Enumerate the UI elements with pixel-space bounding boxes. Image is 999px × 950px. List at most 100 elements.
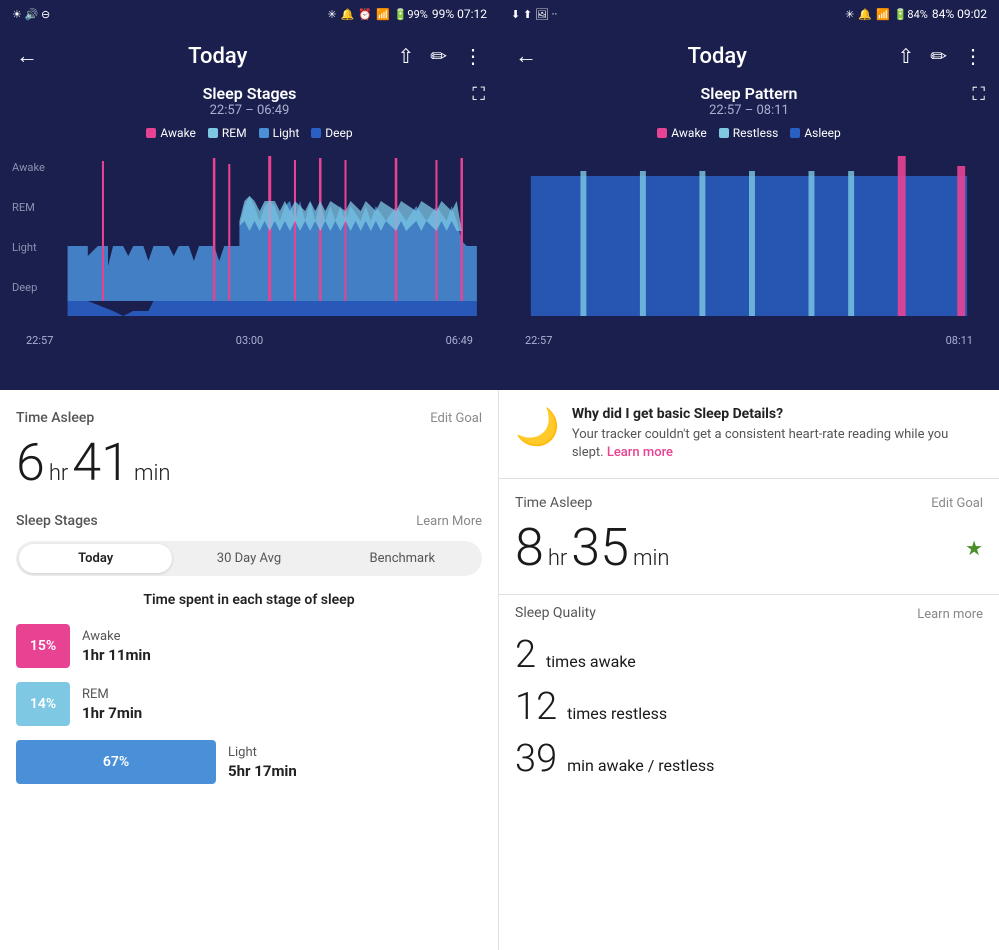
left-back-button[interactable]: ← xyxy=(16,43,38,69)
goal-achieved-star: ★ xyxy=(965,536,983,560)
times-awake-item: 2 times awake xyxy=(515,633,983,677)
right-hours-value: 8 xyxy=(515,517,544,578)
legend-right-asleep: Asleep xyxy=(790,126,840,140)
left-status-bar: ☀ 🔊 ⊖ ✳🔔⏰📶🔋99% 99% 07:12 xyxy=(0,0,499,28)
edit-goal-button[interactable]: Edit Goal xyxy=(430,411,482,426)
light-bar-container: Light 5hr 17min xyxy=(228,745,482,780)
right-more-icon[interactable]: ⋮ xyxy=(963,44,983,68)
time-asleep-header: Time Asleep Edit Goal xyxy=(16,410,482,426)
svg-text:Awake: Awake xyxy=(12,161,45,174)
sleep-tab-group: Today 30 Day Avg Benchmark xyxy=(16,541,482,576)
time-asleep-label: Time Asleep xyxy=(16,410,94,426)
right-chart-time-range: 22:57 – 08:11 xyxy=(511,103,987,118)
left-status-icons: ☀ 🔊 ⊖ xyxy=(12,8,50,21)
right-status-right: ✳🔔📶🔋84% 84% 09:02 xyxy=(845,7,987,21)
right-edit-icon[interactable]: ✏ xyxy=(930,44,947,68)
left-expand-icon[interactable]: ⛶ xyxy=(472,84,485,105)
hours-value: 6 xyxy=(16,432,45,493)
light-stage-row: 67% Light 5hr 17min xyxy=(16,740,482,784)
info-banner: 🌙 Why did I get basic Sleep Details? You… xyxy=(499,390,999,479)
min-awake-count: 39 xyxy=(515,737,557,781)
left-more-icon[interactable]: ⋮ xyxy=(463,44,483,68)
right-status-bar: ⬇ ⬆ 🖼 ·· ✳🔔📶🔋84% 84% 09:02 xyxy=(499,0,999,28)
right-share-icon[interactable]: ⇧ xyxy=(897,44,914,68)
right-time-asleep-label: Time Asleep xyxy=(515,495,592,511)
right-hr-unit: hr xyxy=(548,546,568,571)
awake-stage-row: 15% Awake 1hr 11min xyxy=(16,624,482,668)
sleep-quality-label: Sleep Quality xyxy=(515,605,596,621)
rem-badge: 14% xyxy=(16,682,70,726)
right-chart-container: Sleep Pattern 22:57 – 08:11 Awake Restle… xyxy=(499,84,999,351)
left-status-right: ✳🔔⏰📶🔋99% 99% 07:12 xyxy=(327,7,487,21)
tab-today[interactable]: Today xyxy=(19,544,172,573)
left-chart-container: Sleep Stages 22:57 – 06:49 Awake REM Lig… xyxy=(0,84,499,351)
right-chart-title: Sleep Pattern xyxy=(511,84,987,103)
right-sleep-pattern-panel: ⬇ ⬆ 🖼 ·· ✳🔔📶🔋84% 84% 09:02 ← Today ⇧ ✏ ⋮… xyxy=(499,0,999,390)
legend-light: Light xyxy=(259,126,300,140)
times-restless-item: 12 times restless xyxy=(515,685,983,729)
rem-stage-row: 14% REM 1hr 7min xyxy=(16,682,482,726)
left-chart-x-axis: 22:57 03:00 06:49 xyxy=(12,330,487,351)
right-status-icons: ⬇ ⬆ 🖼 ·· xyxy=(511,8,557,21)
awake-bar-container: Awake 1hr 11min xyxy=(82,629,482,664)
stage-subtitle: Time spent in each stage of sleep xyxy=(16,592,482,608)
info-learn-more-link[interactable]: Learn more xyxy=(607,445,673,460)
right-minutes-value: 35 xyxy=(571,517,629,578)
left-chart-time-range: 22:57 – 06:49 xyxy=(12,103,487,118)
tab-30day-avg[interactable]: 30 Day Avg xyxy=(172,544,325,573)
sleep-quality-section: Sleep Quality Learn more 2 times awake 1… xyxy=(499,595,999,791)
sleep-quality-header: Sleep Quality Learn more xyxy=(515,605,983,623)
right-time-display: 8 hr 35 min xyxy=(515,517,669,578)
rem-label: REM xyxy=(82,687,482,702)
right-min-unit: min xyxy=(633,546,670,571)
sleep-quality-learn-more[interactable]: Learn more xyxy=(917,607,983,622)
right-time-asleep-section: Time Asleep Edit Goal 8 hr 35 min ★ xyxy=(499,479,999,595)
legend-awake: Awake xyxy=(146,126,196,140)
right-chart-legend: Awake Restless Asleep xyxy=(511,126,987,140)
times-restless-count: 12 xyxy=(515,685,557,729)
rem-time: 1hr 7min xyxy=(82,704,482,722)
info-title: Why did I get basic Sleep Details? xyxy=(572,406,983,422)
left-sleep-details-panel: Time Asleep Edit Goal 6 hr 41 min Sleep … xyxy=(0,390,499,950)
tab-benchmark[interactable]: Benchmark xyxy=(326,544,479,573)
info-text-block: Why did I get basic Sleep Details? Your … xyxy=(572,406,983,462)
legend-rem: REM xyxy=(208,126,247,140)
right-expand-icon[interactable]: ⛶ xyxy=(972,84,985,105)
sleep-stages-header: Sleep Stages Learn More xyxy=(16,513,482,529)
light-time: 5hr 17min xyxy=(228,762,482,780)
minutes-value: 41 xyxy=(72,432,130,493)
svg-text:Deep: Deep xyxy=(12,281,37,294)
left-edit-icon[interactable]: ✏ xyxy=(430,44,447,68)
right-time-display-row: 8 hr 35 min ★ xyxy=(515,517,983,578)
left-chart-legend: Awake REM Light Deep xyxy=(12,126,487,140)
right-back-button[interactable]: ← xyxy=(515,43,537,69)
light-badge: 67% xyxy=(16,740,216,784)
legend-right-awake: Awake xyxy=(657,126,707,140)
sleep-stages-label: Sleep Stages xyxy=(16,513,98,529)
right-edit-goal-button[interactable]: Edit Goal xyxy=(931,496,983,511)
left-share-icon[interactable]: ⇧ xyxy=(397,44,414,68)
right-chart-x-axis: 22:57 08:11 xyxy=(511,330,987,351)
left-app-header: ← Today ⇧ ✏ ⋮ xyxy=(0,28,499,84)
right-sleep-chart xyxy=(511,146,987,326)
right-sleep-details-panel: 🌙 Why did I get basic Sleep Details? You… xyxy=(499,390,999,950)
hr-unit: hr xyxy=(49,461,69,486)
sleep-stages-learn-more[interactable]: Learn More xyxy=(416,514,482,529)
right-header-title: Today xyxy=(537,44,897,69)
times-awake-label: times awake xyxy=(546,652,636,671)
left-chart-title: Sleep Stages xyxy=(12,84,487,103)
left-sleep-chart: Awake REM Light Deep xyxy=(12,146,487,326)
awake-label: Awake xyxy=(82,629,482,644)
light-label: Light xyxy=(228,745,482,760)
times-restless-label: times restless xyxy=(567,704,667,723)
min-awake-item: 39 min awake / restless xyxy=(515,737,983,781)
info-description: Your tracker couldn't get a consistent h… xyxy=(572,426,983,462)
time-asleep-display: 6 hr 41 min xyxy=(16,432,482,493)
min-awake-label: min awake / restless xyxy=(567,756,714,775)
min-unit: min xyxy=(134,461,171,486)
svg-text:Light: Light xyxy=(12,241,37,254)
times-awake-count: 2 xyxy=(515,633,536,677)
legend-deep: Deep xyxy=(311,126,352,140)
right-time-asleep-header: Time Asleep Edit Goal xyxy=(515,495,983,511)
awake-badge: 15% xyxy=(16,624,70,668)
